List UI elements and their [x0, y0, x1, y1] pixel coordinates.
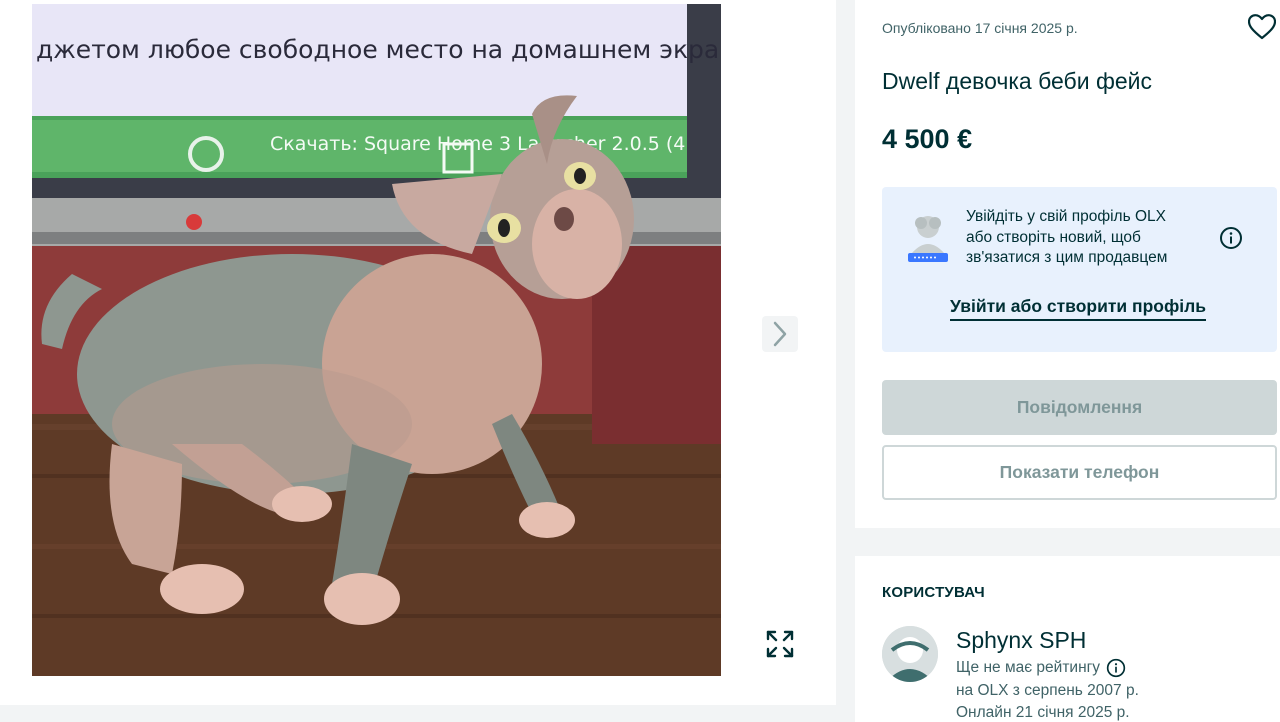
profile-illustration-icon [908, 216, 948, 262]
user-member-since: на OLX з серпень 2007 р. [956, 682, 1139, 699]
avatar[interactable] [882, 626, 938, 682]
listing-title: Dwelf девочка беби фейс [882, 68, 1153, 94]
expand-icon [766, 630, 794, 658]
user-rating: Ще не має рейтингу [956, 658, 1126, 678]
listing-photo[interactable]: джетом любое свободное место на домашнем… [32, 4, 721, 676]
chevron-right-icon [773, 321, 787, 347]
user-card: КОРИСТУВАЧ Sphynx SPH Ще не має рейтингу… [855, 556, 1280, 722]
listing-info-card: Опубліковано 17 січня 2025 р. Dwelf дево… [855, 0, 1280, 528]
user-avatar-icon [882, 626, 938, 682]
favorite-button[interactable] [1247, 14, 1278, 42]
photo-download-text: Скачать: Square Home 3 Launcher 2.0.5 (4 [270, 133, 685, 155]
fullscreen-button[interactable] [760, 624, 800, 664]
info-icon[interactable] [1219, 226, 1243, 250]
user-section-heading: КОРИСТУВАЧ [882, 584, 985, 601]
listing-price: 4 500 € [882, 124, 973, 154]
heart-icon [1247, 14, 1277, 40]
user-name[interactable]: Sphynx SPH [956, 627, 1086, 654]
login-prompt: Увійдіть у свій профіль OLX або створіть… [882, 187, 1277, 352]
published-date: Опубліковано 17 січня 2025 р. [882, 20, 1078, 36]
gallery-card: джетом любое свободное место на домашнем… [0, 0, 836, 705]
photo-screen-text: джетом любое свободное место на домашнем… [36, 35, 721, 64]
message-button[interactable]: Повідомлення [882, 380, 1277, 435]
user-rating-text: Ще не має рейтингу [956, 659, 1101, 676]
next-photo-button[interactable] [762, 316, 798, 352]
login-prompt-text: Увійдіть у свій профіль OLX або створіть… [966, 208, 1168, 266]
user-last-online: Онлайн 21 січня 2025 р. [956, 704, 1130, 721]
cat-photo-image: джетом любое свободное место на домашнем… [32, 4, 721, 676]
login-or-register-link[interactable]: Увійти або створити профіль [950, 296, 1207, 321]
info-icon[interactable] [1106, 658, 1126, 678]
show-phone-button[interactable]: Показати телефон [882, 445, 1277, 500]
